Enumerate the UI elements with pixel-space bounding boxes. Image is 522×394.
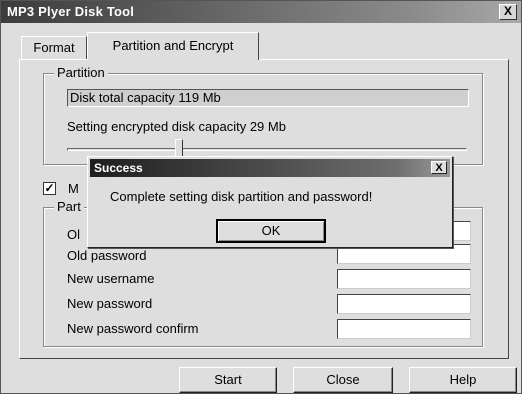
start-button[interactable]: Start [179,367,277,393]
dialog-title: Success [94,161,143,175]
dialog-titlebar[interactable]: Success X [90,159,450,177]
encrypted-capacity-label: Setting encrypted disk capacity 29 Mb [67,119,286,134]
new-username-label: New username [67,271,155,286]
tab-partition-and-encrypt[interactable]: Partition and Encrypt [87,32,259,60]
encrypt-checkbox-label: M [68,181,79,196]
password-group-label: Part [54,199,84,214]
old-username-label: Ol [67,227,80,242]
dialog-message: Complete setting disk partition and pass… [110,189,373,204]
close-button[interactable]: Close [293,367,393,393]
success-dialog: Success X Complete setting disk partitio… [87,156,453,248]
window-close-button[interactable]: X [499,4,517,20]
ok-button[interactable]: OK [216,219,326,243]
new-password-confirm-label: New password confirm [67,321,199,336]
tab-format[interactable]: Format [21,36,87,60]
new-password-input[interactable] [337,294,471,314]
main-window: MP3 Plyer Disk Tool X Format Partition a… [0,0,522,394]
window-title: MP3 Plyer Disk Tool [7,4,135,19]
new-password-confirm-input[interactable] [337,319,471,339]
window-titlebar[interactable]: MP3 Plyer Disk Tool X [1,1,521,23]
encrypt-checkbox[interactable]: ✓ [43,182,56,195]
partition-group-label: Partition [54,65,108,80]
help-button[interactable]: Help [409,367,517,393]
new-username-input[interactable] [337,269,471,289]
total-capacity-field: Disk total capacity 119 Mb [67,89,469,107]
dialog-close-button[interactable]: X [431,161,447,174]
new-password-label: New password [67,296,153,311]
capacity-slider-track[interactable] [67,148,467,151]
old-password-label: Old password [67,248,147,263]
